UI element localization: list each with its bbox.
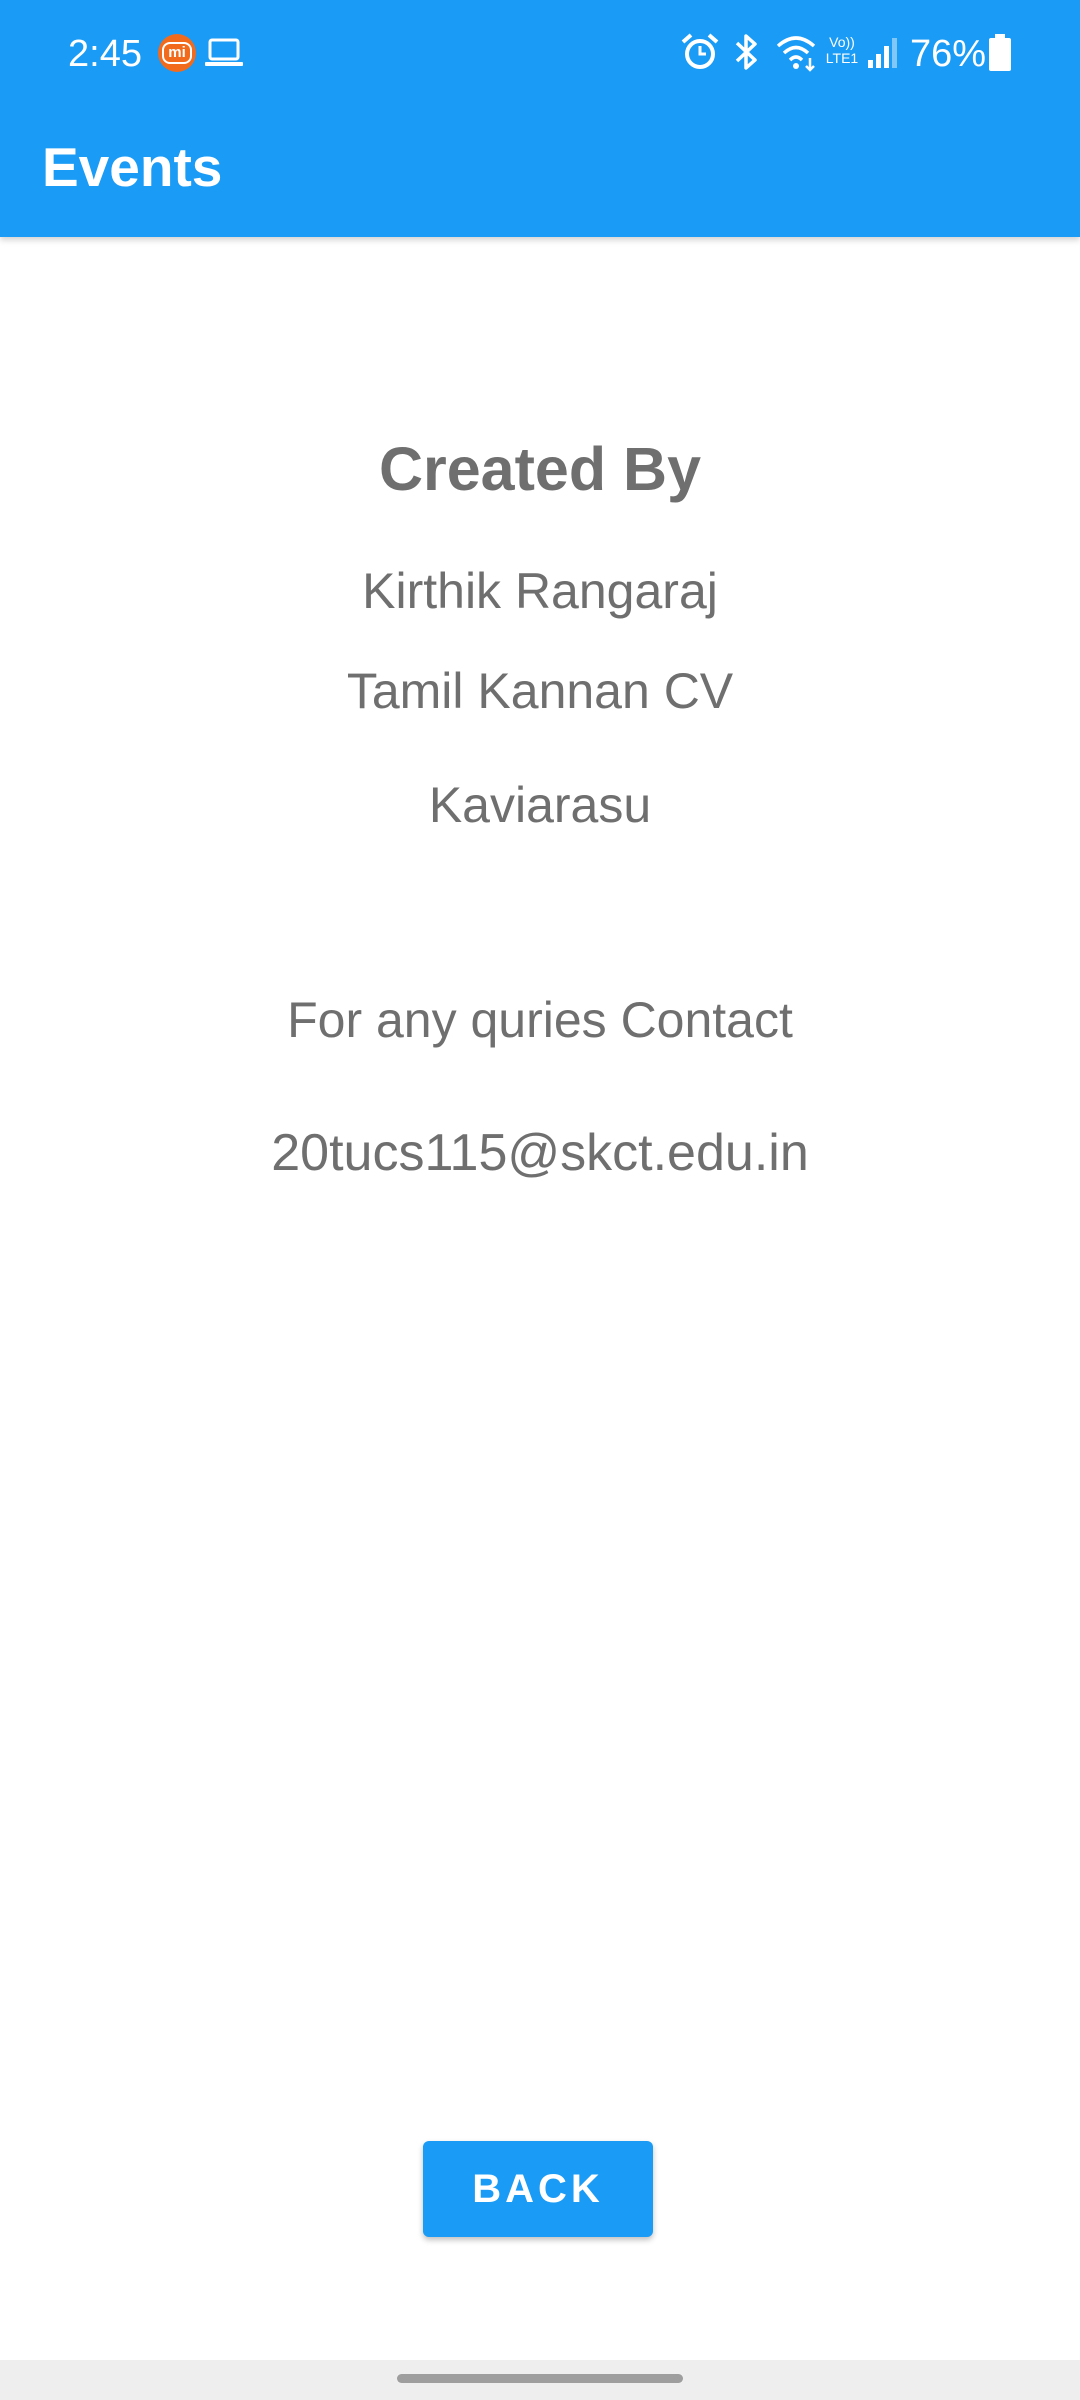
alarm-icon bbox=[681, 33, 719, 69]
wifi-icon bbox=[776, 36, 816, 72]
signal-icon bbox=[868, 38, 897, 68]
bluetooth-icon bbox=[735, 34, 757, 70]
back-button[interactable]: BACK bbox=[423, 2141, 653, 2237]
app-bar: 2:45 mi Vo)) LTE1 76% Events bbox=[0, 0, 1080, 237]
status-time: 2:45 bbox=[68, 33, 142, 75]
mi-icon: mi bbox=[158, 34, 196, 72]
contact-label: For any quries Contact bbox=[287, 992, 793, 1048]
created-by-heading: Created By bbox=[378, 435, 702, 503]
battery-icon bbox=[989, 34, 1011, 71]
volte-icon: Vo)) LTE1 bbox=[825, 34, 859, 66]
creator-name: Kaviarasu bbox=[428, 777, 652, 833]
creator-name: Kirthik Rangaraj bbox=[362, 563, 718, 619]
home-gesture-handle[interactable] bbox=[397, 2374, 683, 2383]
laptop-icon bbox=[205, 38, 243, 66]
creator-name: Tamil Kannan CV bbox=[346, 663, 734, 719]
app-title: Events bbox=[42, 136, 223, 198]
battery-percent: 76% bbox=[910, 33, 987, 75]
contact-email: 20tucs115@skct.edu.in bbox=[271, 1124, 809, 1182]
navigation-bar bbox=[0, 2360, 1080, 2400]
status-bar: 2:45 mi Vo)) LTE1 76% bbox=[0, 0, 1080, 108]
